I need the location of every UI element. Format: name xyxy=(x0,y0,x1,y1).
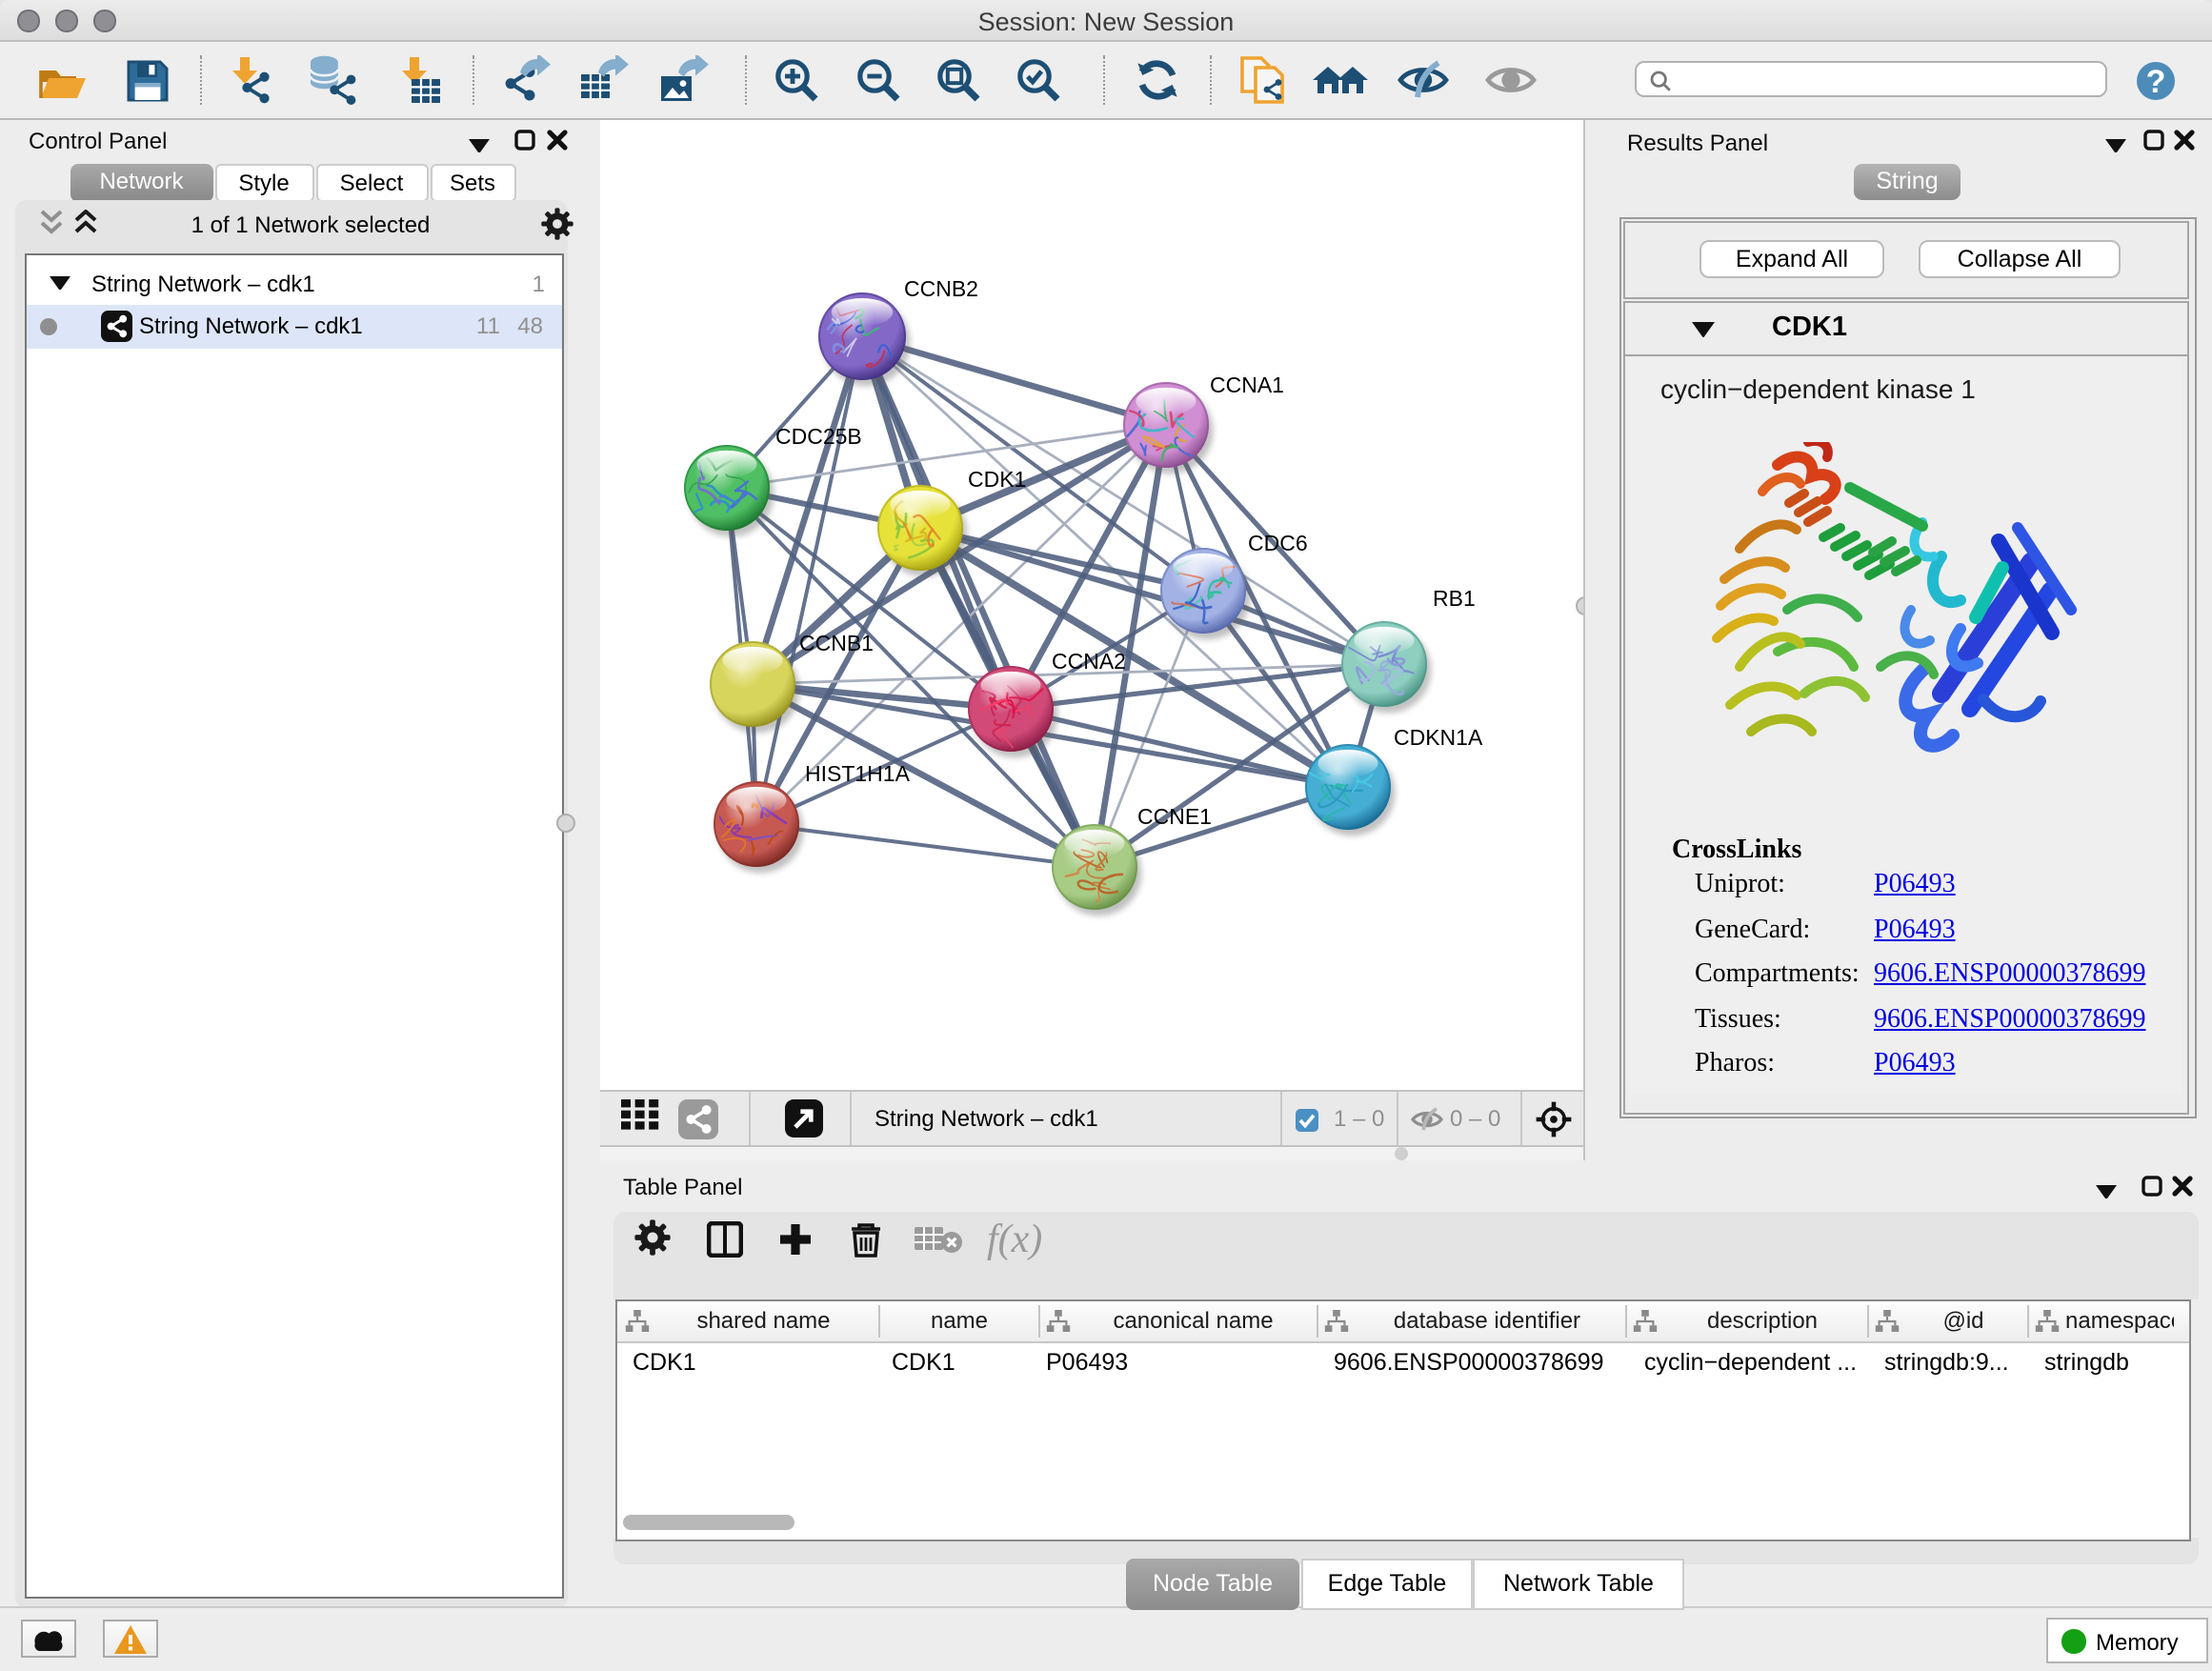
svg-text:CDC6: CDC6 xyxy=(1248,531,1308,555)
svg-text:CDKN1A: CDKN1A xyxy=(1394,725,1483,750)
svg-text:HIST1H1A: HIST1H1A xyxy=(805,761,911,786)
svg-text:CDK1: CDK1 xyxy=(968,467,1026,492)
svg-text:CCNA1: CCNA1 xyxy=(1210,372,1284,397)
svg-text:CCNE1: CCNE1 xyxy=(1137,804,1212,829)
svg-text:CCNB1: CCNB1 xyxy=(799,631,874,655)
svg-text:CCNA2: CCNA2 xyxy=(1052,649,1126,674)
svg-text:CCNB2: CCNB2 xyxy=(904,276,978,301)
svg-text:CDC25B: CDC25B xyxy=(775,424,862,449)
svg-text:?: ? xyxy=(2146,64,2166,100)
svg-text:RB1: RB1 xyxy=(1433,586,1476,611)
